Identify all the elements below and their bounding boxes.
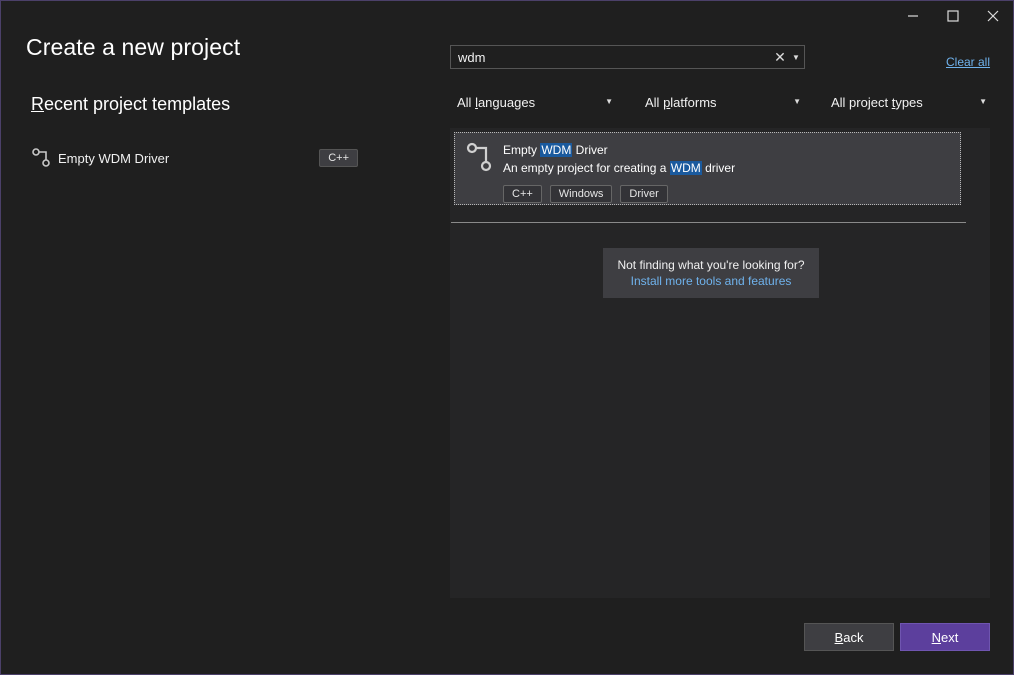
back-accel: B	[834, 629, 844, 645]
page-title: Create a new project	[26, 34, 241, 60]
template-desc-highlight: WDM	[669, 161, 702, 175]
recent-template-label: Empty WDM Driver	[58, 150, 170, 166]
platform-filter-post: latforms	[670, 94, 717, 110]
search-box[interactable]: wdm ✕ ▼	[450, 45, 805, 69]
platform-filter-label: All platforms	[645, 95, 717, 110]
template-description: An empty project for creating a WDM driv…	[503, 161, 735, 175]
template-tags: C++ Windows Driver	[503, 185, 668, 203]
template-name-highlight: WDM	[540, 143, 573, 157]
not-finding-panel: Not finding what you're looking for? Ins…	[603, 248, 819, 298]
driver-template-icon	[32, 148, 50, 167]
template-results-list: Empty WDM Driver An empty project for cr…	[450, 128, 990, 598]
maximize-icon	[947, 10, 959, 22]
template-name: Empty WDM Driver	[503, 143, 608, 157]
tag-language: C++	[503, 185, 542, 203]
clear-search-icon[interactable]: ✕	[772, 49, 788, 66]
project-type-filter-pre: All project	[831, 94, 892, 110]
language-filter-label: All languages	[457, 95, 535, 110]
template-desc-post: driver	[701, 161, 736, 175]
window-controls	[893, 1, 1013, 31]
platform-filter-dropdown[interactable]: All platforms ▼	[645, 91, 801, 113]
install-more-tools-link[interactable]: Install more tools and features	[603, 274, 819, 288]
language-filter-pre: All	[457, 94, 476, 110]
clear-all-link[interactable]: Clear all	[946, 55, 990, 69]
not-finding-question: Not finding what you're looking for?	[617, 258, 805, 272]
recent-templates-heading: Recent project templates	[31, 94, 230, 115]
chevron-down-icon: ▼	[793, 97, 801, 106]
next-rest: ext	[941, 629, 959, 645]
back-rest: ack	[843, 629, 864, 645]
search-history-dropdown-icon[interactable]: ▼	[788, 53, 804, 62]
close-button[interactable]	[973, 1, 1013, 31]
recent-template-item[interactable]: Empty WDM Driver C++	[31, 145, 361, 171]
template-name-post: Driver	[572, 143, 608, 157]
project-type-filter-dropdown[interactable]: All project types ▼	[831, 91, 987, 113]
dialog-window: Create a new project Recent project temp…	[0, 0, 1014, 675]
chevron-down-icon: ▼	[979, 97, 987, 106]
driver-template-icon	[466, 142, 492, 172]
language-filter-post: anguages	[477, 94, 536, 110]
tag-project-type: Driver	[620, 185, 668, 203]
next-accel: N	[931, 629, 942, 645]
recent-heading-rest: ecent project templates	[44, 94, 231, 114]
search-input[interactable]: wdm	[451, 50, 772, 65]
back-button[interactable]: Back	[804, 623, 894, 651]
template-card-empty-wdm-driver[interactable]: Empty WDM Driver An empty project for cr…	[454, 132, 961, 205]
recent-heading-accel: R	[31, 94, 44, 114]
results-divider	[451, 222, 966, 223]
maximize-button[interactable]	[933, 1, 973, 31]
next-button[interactable]: Next	[900, 623, 990, 651]
minimize-button[interactable]	[893, 1, 933, 31]
template-name-pre: Empty	[503, 143, 541, 157]
platform-filter-pre: All	[645, 94, 664, 110]
recent-template-language-badge: C++	[319, 149, 358, 167]
template-desc-pre: An empty project for creating a	[503, 161, 670, 175]
close-icon	[987, 10, 999, 22]
chevron-down-icon: ▼	[605, 97, 613, 106]
minimize-icon	[908, 15, 918, 17]
project-type-filter-label: All project types	[831, 95, 923, 110]
project-type-filter-post: ypes	[895, 94, 923, 110]
language-filter-dropdown[interactable]: All languages ▼	[457, 91, 613, 113]
tag-platform: Windows	[549, 185, 613, 203]
